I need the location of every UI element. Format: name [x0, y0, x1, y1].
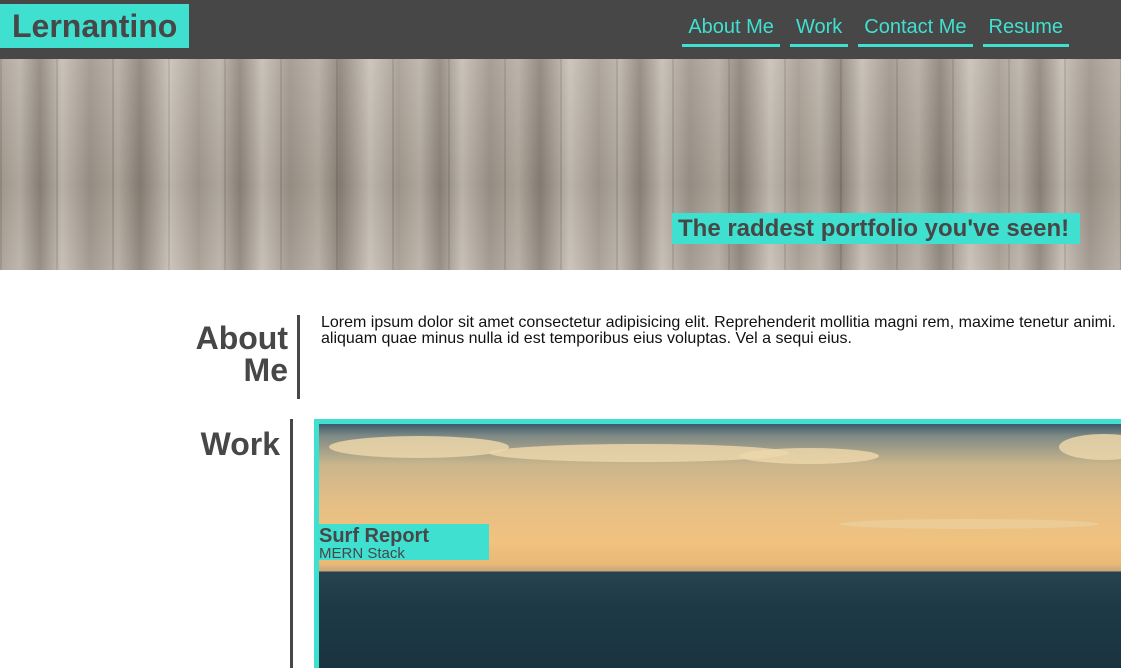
project-name: Surf Report	[319, 525, 429, 547]
site-logo[interactable]: Lernantino	[0, 4, 190, 48]
nav-link-work[interactable]: Work	[789, 14, 849, 47]
about-title: About Me	[195, 320, 288, 388]
work-divider	[290, 419, 293, 668]
project-card-surf-report[interactable]: Surf Report MERN Stack	[314, 419, 1121, 668]
site-header: Lernantino About Me Work Contact Me Resu…	[0, 0, 1121, 59]
main-nav: About Me Work Contact Me Resume	[682, 14, 1069, 47]
cloud-shape	[1059, 434, 1121, 460]
project-label[interactable]: Surf Report MERN Stack	[319, 524, 489, 562]
cloud-shape	[839, 519, 1099, 529]
nav-link-contact-me[interactable]: Contact Me	[858, 14, 973, 47]
project-stack: MERN Stack	[319, 545, 405, 562]
hero-tagline: The raddest portfolio you've seen!	[672, 213, 1080, 244]
nav-link-about-me[interactable]: About Me	[682, 14, 780, 47]
about-divider	[297, 315, 300, 399]
work-title: Work	[200, 426, 280, 462]
about-body: Lorem ipsum dolor sit amet consectetur a…	[321, 315, 1116, 347]
hero-banner: The raddest portfolio you've seen!	[0, 59, 1121, 270]
cloud-shape	[329, 436, 509, 458]
cloud-shape	[739, 448, 879, 464]
nav-link-resume[interactable]: Resume	[982, 14, 1069, 47]
